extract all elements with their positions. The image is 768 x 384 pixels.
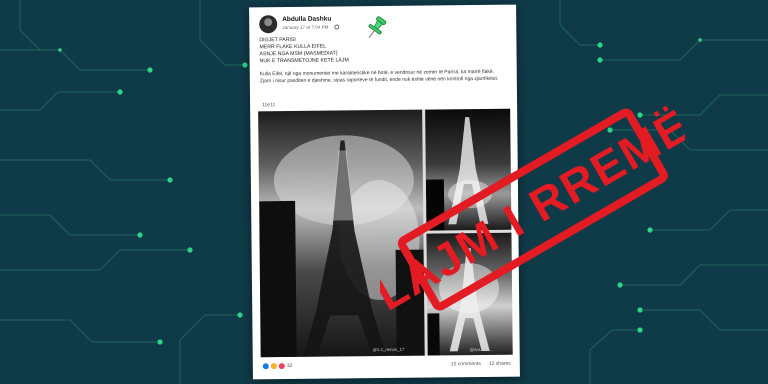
love-icon [278,363,285,370]
post-date[interactable]: January 17 at 7:04 PM [282,25,328,30]
reaction-icons[interactable]: 32 [262,362,293,370]
post-body: Kulla Eifel, një nga monumentet me karak… [260,69,508,86]
meta-dot: · [330,24,333,30]
reaction-count: 32 [286,362,293,370]
shares-count[interactable]: 12 shares [489,361,511,367]
like-icon [262,363,269,370]
reaction-line: 11e11 [262,102,276,109]
haha-icon [270,363,277,370]
post-stats: 10 comments 12 shares [451,361,511,368]
comments-count[interactable]: 10 comments [451,361,481,367]
post-meta: January 17 at 7:04 PM · [282,24,340,30]
image-watermark: @3.2_reinas_17 [372,346,405,353]
stamp-text: LAJM I RREMË [380,100,685,320]
globe-icon [334,24,340,30]
headline-line: NUK E TRANSMETOJNE KETE LAJM [259,57,349,65]
post-footer: 32 10 comments 12 shares [262,359,511,374]
post-author[interactable]: Abdulla Dashku [282,16,331,24]
body-paragraph: Zjarri i nisur pasditen e djeshme, sipas… [259,76,499,85]
fake-news-stamp: LAJM I RREMË [380,100,685,320]
avatar[interactable] [259,15,278,34]
image-watermark: @AxLadiv... [469,346,493,353]
pushpin-icon [368,16,387,39]
